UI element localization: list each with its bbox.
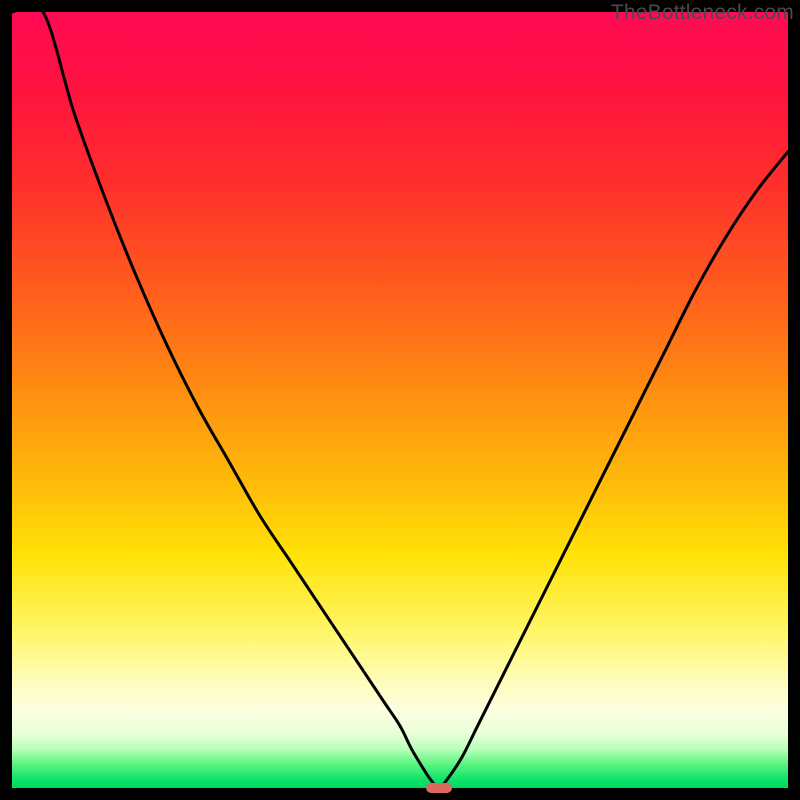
chart-plot-area [12, 12, 788, 788]
bottleneck-curve [12, 12, 788, 788]
curve-minimum-marker [426, 783, 452, 793]
watermark-brand: TheBottleneck.com [611, 1, 794, 25]
chart-frame: TheBottleneck.com [0, 0, 800, 800]
